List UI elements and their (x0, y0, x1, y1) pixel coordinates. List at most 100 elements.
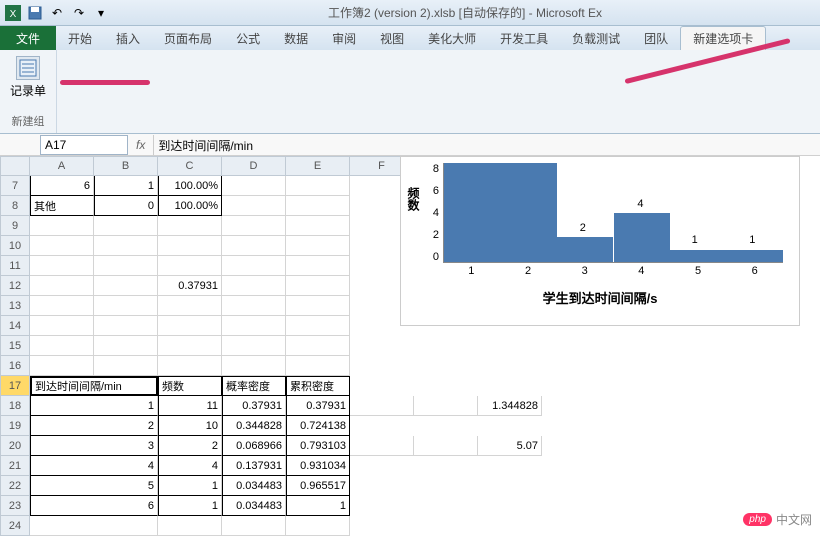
tab-data[interactable]: 数据 (272, 26, 320, 50)
cell[interactable] (222, 216, 286, 236)
cell[interactable] (158, 336, 222, 356)
cell[interactable]: 0.034483 (222, 476, 286, 496)
redo-icon[interactable]: ↷ (70, 4, 88, 22)
cell[interactable]: 0 (94, 196, 158, 216)
cell[interactable]: 0.965517 (286, 476, 350, 496)
cell[interactable] (222, 176, 286, 196)
cell[interactable] (158, 296, 222, 316)
cell[interactable] (30, 296, 94, 316)
col-header[interactable]: C (158, 156, 222, 176)
row-header[interactable]: 19 (0, 416, 30, 436)
cell[interactable]: 0.344828 (222, 416, 286, 436)
row-header[interactable]: 14 (0, 316, 30, 336)
cell[interactable]: 100.00% (158, 176, 222, 196)
cell[interactable] (30, 216, 94, 236)
cell[interactable] (94, 356, 158, 376)
cell[interactable] (222, 196, 286, 216)
cell[interactable]: 6 (30, 176, 94, 196)
cell[interactable] (94, 296, 158, 316)
cell[interactable] (30, 336, 94, 356)
name-box[interactable]: A17 (40, 135, 128, 155)
cell[interactable] (222, 336, 286, 356)
cell[interactable]: 4 (158, 456, 222, 476)
cell[interactable]: 1 (30, 396, 158, 416)
row-header[interactable]: 24 (0, 516, 30, 536)
row-header[interactable]: 18 (0, 396, 30, 416)
embedded-chart[interactable]: 频数 8 6 4 2 0 2 4 1 1 1 (400, 156, 800, 326)
cell[interactable]: 0.068966 (222, 436, 286, 456)
cell[interactable] (158, 516, 222, 536)
cell[interactable]: 5.07 (478, 436, 542, 456)
row-header[interactable]: 16 (0, 356, 30, 376)
cell[interactable] (286, 256, 350, 276)
cell[interactable] (414, 436, 478, 456)
cell[interactable] (286, 516, 350, 536)
cell[interactable] (286, 336, 350, 356)
cell[interactable]: 3 (30, 436, 158, 456)
cell[interactable] (94, 276, 158, 296)
row-header[interactable]: 9 (0, 216, 30, 236)
cell[interactable] (286, 216, 350, 236)
tab-insert[interactable]: 插入 (104, 26, 152, 50)
col-header[interactable]: E (286, 156, 350, 176)
row-header[interactable]: 22 (0, 476, 30, 496)
cell[interactable]: 0.793103 (286, 436, 350, 456)
tab-team[interactable]: 团队 (632, 26, 680, 50)
cell[interactable]: 0.37931 (222, 396, 286, 416)
cell[interactable]: 0.137931 (222, 456, 286, 476)
cell[interactable] (94, 236, 158, 256)
cell[interactable] (286, 276, 350, 296)
row-header[interactable]: 17 (0, 376, 30, 396)
cell[interactable]: 0.034483 (222, 496, 286, 516)
cell[interactable]: 累积密度 (286, 376, 350, 396)
cell[interactable]: 1 (158, 496, 222, 516)
cell[interactable] (222, 276, 286, 296)
cell[interactable]: 0.37931 (286, 396, 350, 416)
cell[interactable] (222, 236, 286, 256)
col-header[interactable]: A (30, 156, 94, 176)
cell[interactable]: 2 (30, 416, 158, 436)
cell[interactable] (286, 316, 350, 336)
cell[interactable]: 其他 (30, 196, 94, 216)
col-header[interactable]: B (94, 156, 158, 176)
cell[interactable] (350, 436, 414, 456)
row-header[interactable]: 12 (0, 276, 30, 296)
fx-icon[interactable]: fx (136, 138, 145, 152)
cell[interactable]: 概率密度 (222, 376, 286, 396)
cell[interactable]: 1 (158, 476, 222, 496)
cell[interactable] (30, 356, 94, 376)
cell[interactable] (30, 256, 94, 276)
cell[interactable] (222, 316, 286, 336)
row-header[interactable]: 15 (0, 336, 30, 356)
cell[interactable]: 频数 (158, 376, 222, 396)
cell[interactable] (94, 256, 158, 276)
select-all-corner[interactable] (0, 156, 30, 176)
row-header[interactable]: 21 (0, 456, 30, 476)
cell[interactable]: 2 (158, 436, 222, 456)
cell[interactable] (286, 176, 350, 196)
row-header[interactable]: 20 (0, 436, 30, 456)
row-header[interactable]: 8 (0, 196, 30, 216)
cell[interactable] (222, 516, 286, 536)
tab-beautify[interactable]: 美化大师 (416, 26, 488, 50)
row-header[interactable]: 11 (0, 256, 30, 276)
tab-pagelayout[interactable]: 页面布局 (152, 26, 224, 50)
row-header[interactable]: 10 (0, 236, 30, 256)
tab-home[interactable]: 开始 (56, 26, 104, 50)
qat-dropdown-icon[interactable]: ▾ (92, 4, 110, 22)
cell[interactable]: 10 (158, 416, 222, 436)
tab-formulas[interactable]: 公式 (224, 26, 272, 50)
cell[interactable]: 5 (30, 476, 158, 496)
cell[interactable] (350, 396, 414, 416)
cell[interactable] (158, 236, 222, 256)
cell[interactable]: 1 (286, 496, 350, 516)
cell[interactable] (30, 276, 94, 296)
cell[interactable] (222, 296, 286, 316)
record-button[interactable]: 记录单 (8, 54, 48, 101)
cell[interactable] (286, 356, 350, 376)
cell[interactable]: 11 (158, 396, 222, 416)
tab-review[interactable]: 审阅 (320, 26, 368, 50)
cell[interactable] (222, 256, 286, 276)
cell[interactable]: 100.00% (158, 196, 222, 216)
cell[interactable] (94, 336, 158, 356)
